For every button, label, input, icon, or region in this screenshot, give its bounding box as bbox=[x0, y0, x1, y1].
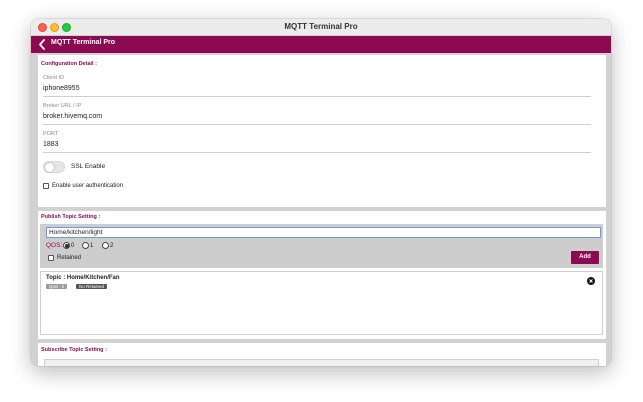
port-underline bbox=[43, 152, 591, 153]
subscribe-card: Subscribe Topic Setting : bbox=[38, 343, 606, 366]
chevron-left-icon[interactable] bbox=[37, 38, 47, 51]
port-label: PORT bbox=[43, 131, 59, 137]
retained-badge: No Retained bbox=[76, 284, 108, 289]
retained-checkbox[interactable] bbox=[48, 255, 54, 261]
qos-2-radio[interactable] bbox=[102, 242, 109, 249]
ssl-toggle[interactable] bbox=[43, 161, 65, 173]
configuration-card: Configuration Detail : Client ID iphone8… bbox=[38, 55, 606, 207]
window-title: MQTT Terminal Pro bbox=[284, 22, 358, 31]
topic-name: Topic : Home/Kitchen/Fan bbox=[46, 275, 120, 281]
qos-label: QOS: bbox=[46, 242, 63, 249]
auth-label: Enable user authentication bbox=[52, 182, 124, 189]
app-window: MQTT Terminal Pro MQTT Terminal Pro Conf… bbox=[31, 19, 611, 366]
publish-form: Home/kitchen/light QOS: 0 1 2 Retained A… bbox=[40, 224, 603, 268]
ssl-label: SSL Enable bbox=[71, 163, 106, 170]
nav-bar: MQTT Terminal Pro bbox=[31, 36, 611, 53]
auth-checkbox[interactable] bbox=[43, 183, 49, 189]
window-titlebar: MQTT Terminal Pro bbox=[31, 19, 611, 36]
client-id-label: Client ID bbox=[43, 75, 65, 81]
publish-card: Publish Topic Setting : Home/kitchen/lig… bbox=[38, 211, 606, 339]
subscribe-section-title: Subscribe Topic Setting : bbox=[41, 347, 107, 353]
broker-underline bbox=[43, 124, 591, 125]
configuration-section-title: Configuration Detail : bbox=[41, 61, 97, 67]
port-field[interactable]: 1883 bbox=[43, 141, 59, 148]
qos-badge: QoS : 0 bbox=[46, 284, 68, 289]
retained-label: Retained bbox=[57, 254, 82, 261]
qos-0-radio[interactable] bbox=[63, 242, 70, 249]
broker-field[interactable]: broker.hivemq.com bbox=[43, 113, 102, 120]
publish-section-title: Publish Topic Setting : bbox=[41, 214, 101, 220]
client-id-underline bbox=[43, 96, 591, 97]
ssl-toggle-knob bbox=[44, 162, 54, 172]
client-id-field[interactable]: iphone8955 bbox=[43, 85, 80, 92]
qos-1-radio[interactable] bbox=[82, 242, 89, 249]
add-topic-button[interactable]: Add bbox=[571, 251, 599, 264]
topic-list[interactable]: Topic : Home/Kitchen/Fan QoS : 0 No Reta… bbox=[40, 271, 603, 335]
close-circle-icon[interactable] bbox=[587, 277, 595, 285]
main-content[interactable]: Configuration Detail : Client ID iphone8… bbox=[31, 53, 611, 366]
qos-0-label: 0 bbox=[71, 242, 75, 249]
nav-title: MQTT Terminal Pro bbox=[51, 39, 116, 46]
qos-2-label: 2 bbox=[110, 242, 114, 249]
broker-label: Broker URL / IP bbox=[43, 103, 82, 109]
subscribe-form[interactable] bbox=[44, 359, 599, 366]
qos-1-label: 1 bbox=[90, 242, 94, 249]
topic-input[interactable]: Home/kitchen/light bbox=[46, 227, 601, 238]
